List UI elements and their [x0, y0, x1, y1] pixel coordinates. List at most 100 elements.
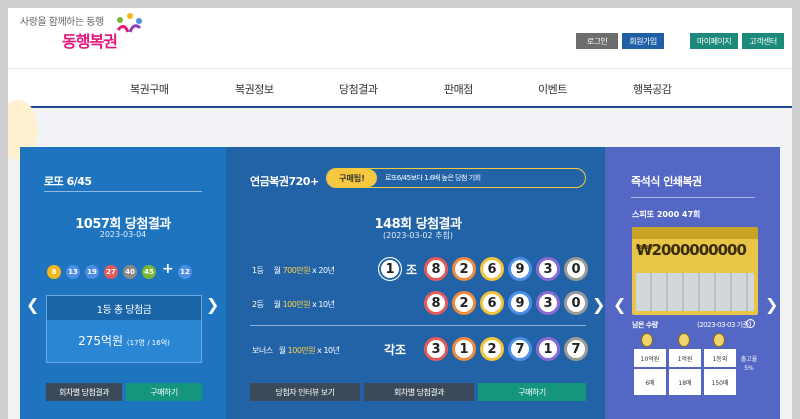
lotto-prize-box: 1등 총 당첨금 275억원 (17명 / 16억)	[46, 295, 202, 363]
pension-digit: 0	[564, 291, 588, 315]
rank-name: 2등	[252, 300, 264, 309]
remain-label: 남은 수량	[632, 321, 658, 329]
winner-interview-button[interactable]: 당첨자 인터뷰 보기	[250, 383, 360, 401]
lotto-buy-button[interactable]: 구매하기	[126, 383, 202, 401]
pension-digit: 8	[424, 291, 448, 315]
rank-pre: 월	[273, 300, 283, 309]
divider	[631, 197, 755, 198]
pension-bonus-digit: 7	[508, 337, 532, 361]
pension-bonus-digit: 2	[480, 337, 504, 361]
tier-count: 6매	[634, 369, 666, 395]
rank-name: 보너스	[252, 346, 273, 355]
mypage-button[interactable]: 마이페이지	[690, 33, 738, 49]
tier-count: 18매	[669, 369, 701, 395]
pension-panel: 연금복권720+ 구매팁! 로또6/45보다 1.6배 높은 당첨 기회 148…	[226, 147, 610, 419]
bonus-group-label: 각조	[384, 343, 407, 357]
tier-count: 150매	[704, 369, 736, 395]
pension-digit: 3	[536, 291, 560, 315]
pension-draw-date: (2023-03-02 추첨)	[383, 231, 453, 240]
tier-label: 1억원	[669, 349, 701, 367]
rank-post: x 10년	[315, 346, 340, 355]
ticket-scratch-area	[636, 273, 754, 311]
lotto-ball: 40	[123, 265, 137, 279]
ticket-header	[632, 227, 758, 239]
buy-tip-desc: 로또6/45보다 1.6배 높은 당첨 기회	[385, 174, 481, 182]
nav-item-events[interactable]: 이벤트	[538, 81, 567, 97]
rank-2-label: 2등 월 100만원 x 10년	[252, 299, 335, 310]
site-header: 사랑을 함께하는 동행 동행복권 로그인 회원가입 마이페이지 고객센터 복권구…	[8, 8, 792, 108]
pension-digit: 6	[480, 291, 504, 315]
buy-tip-tag: 구매팁!	[327, 169, 377, 187]
prize-amount-value: 275억원	[78, 334, 124, 348]
rank-post: x 10년	[310, 300, 335, 309]
next-arrow-icon[interactable]: ❯	[206, 295, 219, 314]
prize-detail: (17명 / 16억)	[126, 339, 170, 347]
buy-tip: 구매팁! 로또6/45보다 1.6배 높은 당첨 기회	[326, 168, 586, 188]
remain-date: (2023-03-03 기준)	[697, 321, 751, 329]
nav-item-results[interactable]: 당첨결과	[339, 81, 378, 97]
rank-amount: 100만원	[282, 300, 311, 309]
release-rate: 5%	[744, 364, 754, 372]
next-arrow-icon[interactable]: ❯	[765, 295, 778, 314]
info-icon[interactable]: i	[746, 319, 755, 328]
tier-label: 10억원	[634, 349, 666, 367]
logo-mark-icon	[116, 13, 142, 33]
main-nav: 복권구매 복권정보 당첨결과 판매점 이벤트 행복공감	[8, 68, 792, 108]
rank-pre: 월	[273, 266, 283, 275]
slogan: 사랑을 함께하는 동행	[20, 17, 104, 28]
rank-post: x 20년	[310, 266, 335, 275]
lotto-ball: 8	[47, 265, 61, 279]
pension-round-results-button[interactable]: 회차별 당첨결과	[364, 383, 474, 401]
medal-icon	[713, 333, 725, 347]
pension-digit: 6	[480, 257, 504, 281]
rank-1-label: 1등 월 700만원 x 20년	[252, 265, 335, 276]
page-frame: 사랑을 함께하는 동행 동행복권 로그인 회원가입 마이페이지 고객센터 복권구…	[8, 8, 792, 419]
prev-arrow-icon[interactable]: ❮	[613, 295, 626, 314]
tier-label: 1등외	[704, 349, 736, 367]
ticket-amount: ₩2000000000	[636, 241, 747, 259]
prize-heading: 1등 총 당첨금	[47, 296, 201, 320]
pension-buy-button[interactable]: 구매하기	[478, 383, 586, 401]
rank-amount: 700만원	[282, 266, 311, 275]
pension-digit: 2	[452, 257, 476, 281]
divider	[250, 325, 586, 326]
pension-digit: 3	[536, 257, 560, 281]
lotto-round-results-button[interactable]: 회차별 당첨결과	[46, 383, 122, 401]
speetto-ticket-image[interactable]: ₩2000000000	[632, 227, 758, 315]
customer-center-button[interactable]: 고객센터	[742, 33, 784, 49]
nav-item-info[interactable]: 복권정보	[235, 81, 274, 97]
rank-amount: 100만원	[287, 346, 316, 355]
pension-bonus-digit: 3	[424, 337, 448, 361]
login-button[interactable]: 로그인	[576, 33, 618, 49]
pension-bonus-digit: 1	[452, 337, 476, 361]
bonus-plus: +	[162, 261, 174, 277]
lotto-bonus-ball: 12	[178, 265, 192, 279]
nav-item-buy[interactable]: 복권구매	[130, 81, 169, 97]
pension-digit: 0	[564, 257, 588, 281]
medal-icon	[641, 333, 653, 347]
jo-label: 조	[406, 263, 418, 277]
pension-digit: 9	[508, 257, 532, 281]
prev-arrow-icon[interactable]: ❮	[26, 295, 39, 314]
logo[interactable]: 동행복권	[62, 28, 118, 52]
lotto-panel: 로또 6/45 1057회 당첨결과 2023-03-04 8 13 19 27…	[20, 147, 226, 419]
lotto-ball: 45	[142, 265, 156, 279]
lotto-ball: 13	[66, 265, 80, 279]
rank-pre: 월	[278, 346, 288, 355]
nav-item-happy[interactable]: 행복공감	[633, 81, 672, 97]
prize-amount: 275억원 (17명 / 16억)	[47, 332, 201, 349]
next-arrow-icon[interactable]: ❯	[592, 295, 605, 314]
pension-digit: 2	[452, 291, 476, 315]
first-group-ball: 1	[378, 257, 402, 281]
signup-button[interactable]: 회원가입	[622, 33, 664, 49]
rank-name: 1등	[252, 266, 264, 275]
lotto-title: 로또 6/45	[44, 175, 92, 188]
speetto-subtitle: 스피또 2000 47회	[632, 210, 701, 219]
nav-item-stores[interactable]: 판매점	[444, 81, 473, 97]
pension-digit: 9	[508, 291, 532, 315]
medal-icon	[678, 333, 690, 347]
speetto-panel: 즉석식 인쇄복권 스피또 2000 47회 ₩2000000000 남은 수량 …	[605, 147, 780, 419]
pension-bonus-digit: 1	[536, 337, 560, 361]
divider	[44, 191, 202, 192]
bonus-rank-label: 보너스 월 100만원 x 10년	[252, 345, 340, 356]
